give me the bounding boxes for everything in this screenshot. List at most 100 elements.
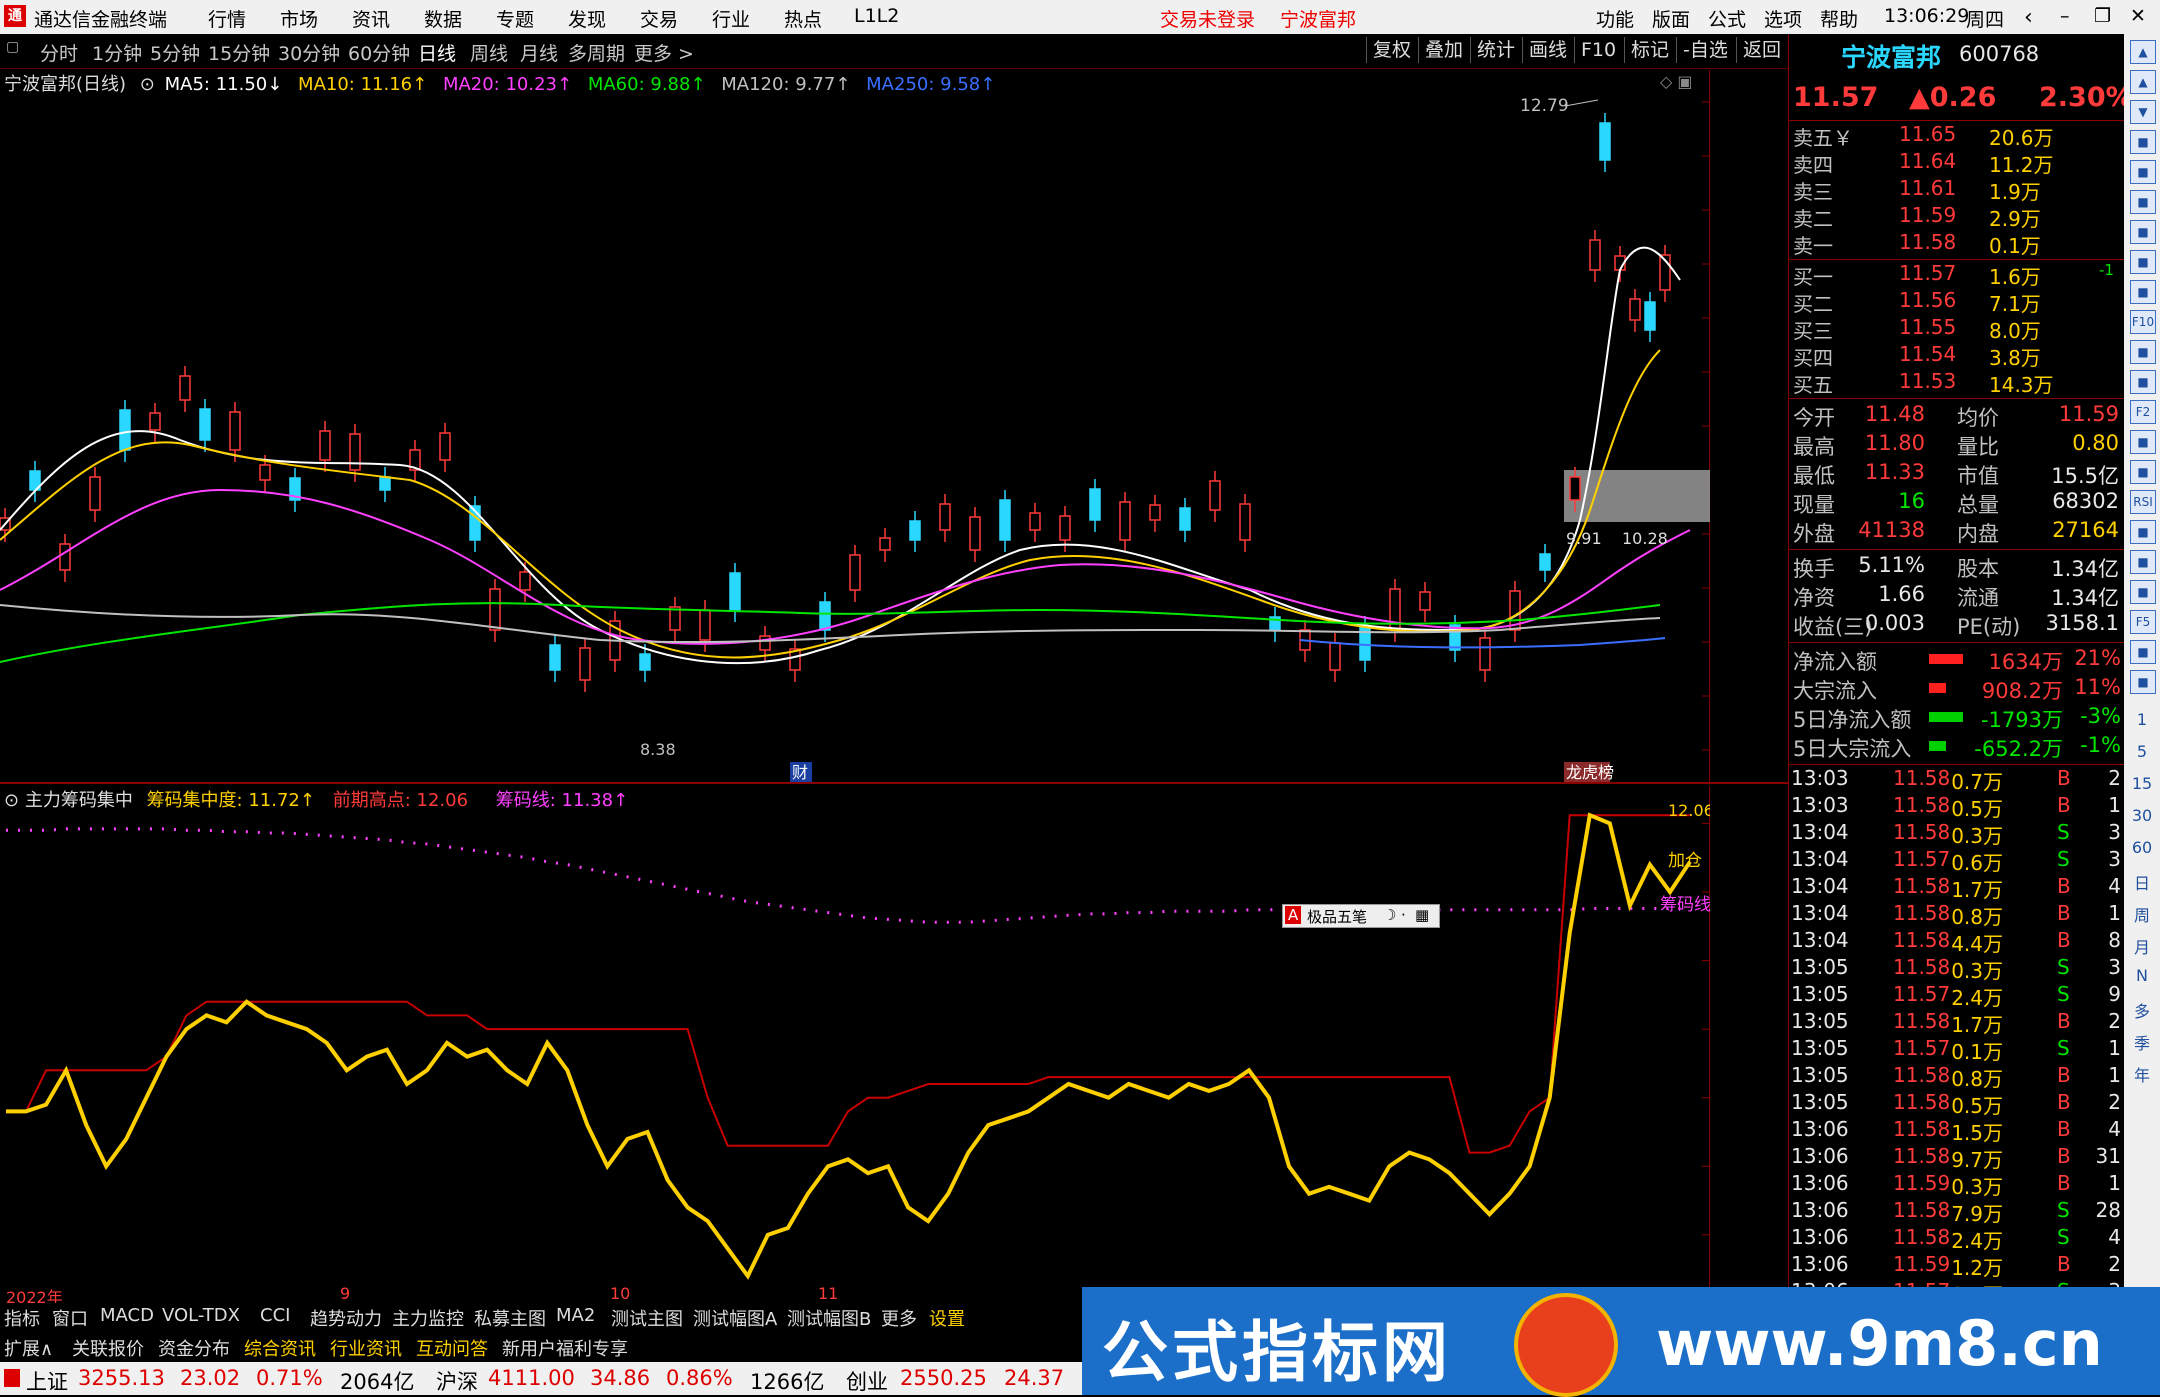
event-cai-badge[interactable]: 财 xyxy=(792,763,808,782)
indicator-tab[interactable]: 趋势动力 xyxy=(310,1305,382,1331)
tab-more[interactable]: 更多 > xyxy=(634,39,694,66)
side-tool-icon[interactable]: F10 xyxy=(2130,310,2156,334)
side-tool-icon[interactable]: ▲ xyxy=(2130,70,2156,94)
ask-price[interactable]: 11.59 xyxy=(1899,203,1956,227)
menu-bangzhu[interactable]: 帮助 xyxy=(1820,5,1858,32)
side-tool-icon[interactable]: ■ xyxy=(2130,640,2156,664)
side-tool-icon[interactable]: ■ xyxy=(2130,130,2156,154)
tab-daily[interactable]: 日线 xyxy=(418,39,456,66)
side-tool-icon[interactable]: ■ xyxy=(2130,550,2156,574)
side-period-button[interactable]: 日 xyxy=(2124,870,2160,894)
minimize-icon[interactable]: – xyxy=(2060,5,2070,27)
indicator-tab[interactable]: CCI xyxy=(260,1305,290,1326)
menu-hangqing[interactable]: 行情 xyxy=(208,5,246,32)
ask-price[interactable]: 11.58 xyxy=(1899,230,1956,254)
event-lhb-badge[interactable]: 龙虎榜 xyxy=(1566,763,1614,782)
menu-shuju[interactable]: 数据 xyxy=(424,5,462,32)
side-tool-icon[interactable]: ■ xyxy=(2130,520,2156,544)
indicator-tab[interactable]: MACD xyxy=(100,1305,154,1326)
side-period-button[interactable]: 1 xyxy=(2124,710,2160,729)
restore-icon[interactable]: ❐ xyxy=(2094,5,2111,27)
indicator-tab[interactable]: 更多 xyxy=(881,1305,917,1331)
bid-price[interactable]: 11.55 xyxy=(1899,315,1956,339)
legend-toggle-icon[interactable]: ⊙ xyxy=(140,74,155,95)
ask-price[interactable]: 11.65 xyxy=(1899,122,1956,146)
indicator-tab[interactable]: 测试幅图B xyxy=(787,1305,871,1331)
ime-toolbar[interactable]: A 极品五笔 ☽ · ▦ xyxy=(1282,904,1440,928)
indicator-tab[interactable]: 测试主图 xyxy=(611,1305,683,1331)
side-tool-icon[interactable]: ■ xyxy=(2130,160,2156,184)
f10-button[interactable]: F10 xyxy=(1574,37,1622,63)
side-tool-icon[interactable]: ■ xyxy=(2130,280,2156,304)
indicator-toggle-icon[interactable]: ⊙ xyxy=(4,790,19,811)
side-period-button[interactable]: 周 xyxy=(2124,902,2160,926)
menu-zixun[interactable]: 资讯 xyxy=(352,5,390,32)
side-period-button[interactable]: 60 xyxy=(2124,838,2160,857)
indicator-tab[interactable]: 窗口 xyxy=(52,1305,88,1331)
ask-price[interactable]: 11.64 xyxy=(1899,149,1956,173)
return-button[interactable]: 返回 xyxy=(1736,37,1787,63)
menu-l1l2[interactable]: L1L2 xyxy=(854,5,899,27)
side-tool-icon[interactable]: ■ xyxy=(2130,340,2156,364)
side-period-button[interactable]: 多 xyxy=(2124,998,2160,1022)
watchlist-button[interactable]: -自选 xyxy=(1676,37,1734,63)
side-tool-icon[interactable]: ■ xyxy=(2130,220,2156,244)
side-period-button[interactable]: 年 xyxy=(2124,1062,2160,1086)
back-icon[interactable]: ‹ xyxy=(2024,5,2033,30)
fuquan-button[interactable]: 复权 xyxy=(1366,37,1417,63)
indicator-svg[interactable]: 9.009.5010.0010.5011.0011.5012.00 12.06 … xyxy=(0,786,1769,1290)
side-period-button[interactable]: 15 xyxy=(2124,774,2160,793)
ime-name[interactable]: 极品五笔 xyxy=(1307,906,1367,927)
menu-faxian[interactable]: 发现 xyxy=(568,5,606,32)
tab-15min[interactable]: 15分钟 xyxy=(208,39,270,66)
main-kline-chart[interactable]: 12.5012.2512.0011.7511.5011.2511.0010.75… xyxy=(0,70,1769,977)
menu-redian[interactable]: 热点 xyxy=(784,5,822,32)
side-period-button[interactable]: 季 xyxy=(2124,1030,2160,1054)
menu-hangye[interactable]: 行业 xyxy=(712,5,750,32)
tab-fenshi[interactable]: 分时 xyxy=(40,39,78,66)
indicator-tab[interactable]: MA2 xyxy=(556,1305,595,1326)
side-period-button[interactable]: 5 xyxy=(2124,742,2160,761)
side-tool-icon[interactable]: F5 xyxy=(2130,610,2156,634)
menu-banmian[interactable]: 版面 xyxy=(1652,5,1690,32)
side-tool-icon[interactable]: ■ xyxy=(2130,670,2156,694)
tab-1min[interactable]: 1分钟 xyxy=(92,39,142,66)
menu-gongneng[interactable]: 功能 xyxy=(1596,5,1634,32)
ime-dot-icon[interactable]: · xyxy=(1401,906,1406,924)
indicator-tab[interactable]: 测试幅图A xyxy=(693,1305,777,1331)
info-tab[interactable]: 新用户福利专享 xyxy=(502,1335,628,1361)
bid-price[interactable]: 11.53 xyxy=(1899,369,1956,393)
info-tab[interactable]: 行业资讯 xyxy=(330,1335,402,1361)
overlay-button[interactable]: 叠加 xyxy=(1418,37,1469,63)
indicator-chart[interactable]: 9.009.5010.0010.5011.0011.5012.00 12.06 … xyxy=(0,786,1769,1290)
sh-name[interactable]: 上证 xyxy=(26,1366,68,1396)
bid-price[interactable]: 11.54 xyxy=(1899,342,1956,366)
side-tool-icon[interactable]: ▲ xyxy=(2130,40,2156,64)
bid-price[interactable]: 11.56 xyxy=(1899,288,1956,312)
side-tool-icon[interactable]: ▼ xyxy=(2130,100,2156,124)
menu-zhuanti[interactable]: 专题 xyxy=(496,5,534,32)
menu-shichang[interactable]: 市场 xyxy=(280,5,318,32)
info-tab[interactable]: 关联报价 xyxy=(72,1335,144,1361)
side-period-button[interactable]: 30 xyxy=(2124,806,2160,825)
info-tab[interactable]: 综合资讯 xyxy=(244,1335,316,1361)
indicator-tab[interactable]: 主力监控 xyxy=(392,1305,464,1331)
draw-button[interactable]: 画线 xyxy=(1522,37,1573,63)
side-tool-icon[interactable]: ■ xyxy=(2130,430,2156,454)
indicator-tab[interactable]: 指标 xyxy=(4,1305,40,1331)
tab-60min[interactable]: 60分钟 xyxy=(348,39,410,66)
bid-price[interactable]: 11.57 xyxy=(1899,261,1956,285)
stats-button[interactable]: 统计 xyxy=(1470,37,1521,63)
tab-30min[interactable]: 30分钟 xyxy=(278,39,340,66)
info-tab[interactable]: 扩展∧ xyxy=(4,1335,53,1361)
side-tool-icon[interactable]: ■ xyxy=(2130,190,2156,214)
toolbar-collapse-icon[interactable]: ▢ xyxy=(6,39,19,55)
ime-a-icon[interactable]: A xyxy=(1285,906,1302,924)
hs-name[interactable]: 沪深 xyxy=(436,1366,478,1396)
login-notice[interactable]: 交易未登录 xyxy=(1160,5,1255,32)
kline-svg[interactable]: 12.5012.2512.0011.7511.5011.2511.0010.75… xyxy=(0,70,1769,977)
side-period-button[interactable]: 月 xyxy=(2124,934,2160,958)
info-tab[interactable]: 互动问答 xyxy=(416,1335,488,1361)
side-tool-icon[interactable]: ■ xyxy=(2130,250,2156,274)
indicator-tab[interactable]: 私募主图 xyxy=(474,1305,546,1331)
